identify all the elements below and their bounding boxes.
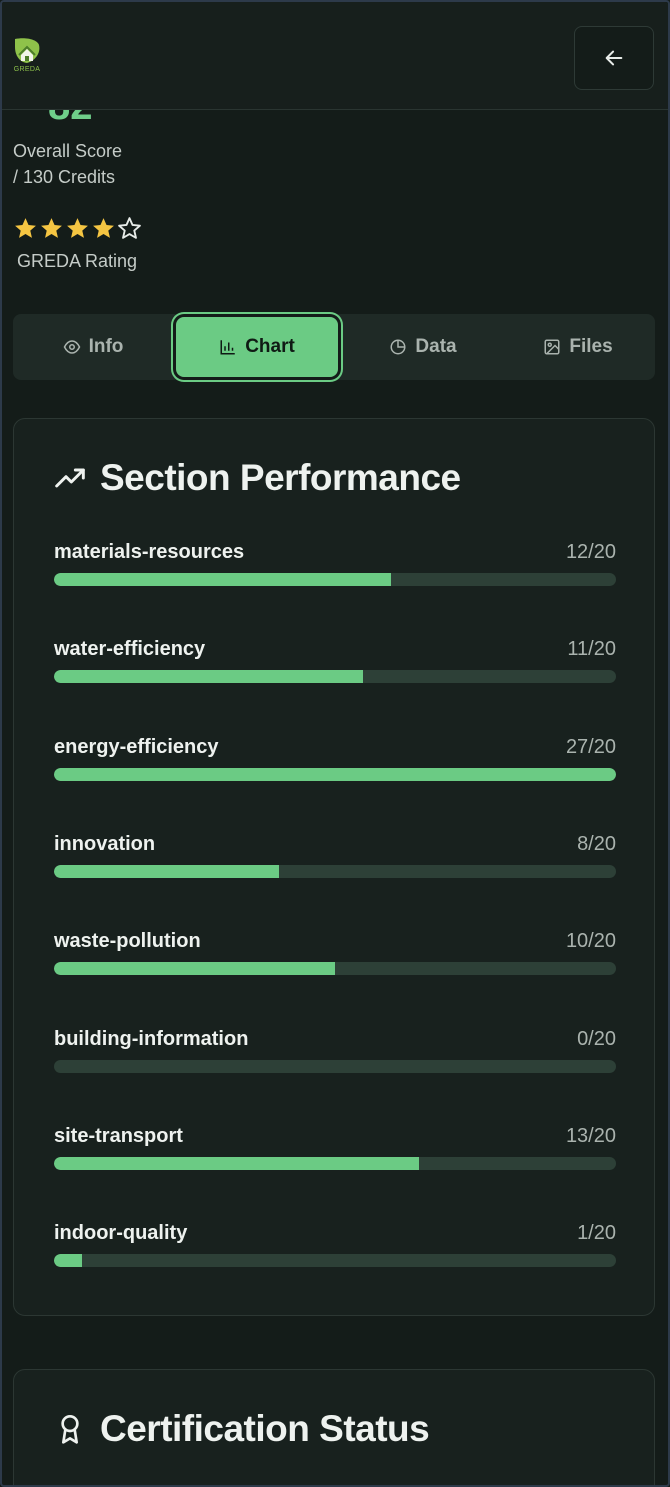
back-button[interactable] [574,26,654,90]
award-icon [61,1415,79,1444]
section-performance-card: Section Performance materials-resources 1… [13,418,655,1316]
progress-bar-fill [54,1156,420,1170]
progress-bar-fill [54,767,616,781]
certification-status-title: Certification Status [54,1408,430,1450]
section-score: 8/20 [577,832,616,855]
section-score: 1/20 [577,1222,616,1245]
tab-chart-label: Chart [245,336,295,357]
section-name: innovation [54,832,156,855]
section-score: 0/20 [577,1027,616,1050]
star-filled-icon [41,218,62,238]
logo-text: GREDA [13,66,41,73]
top-header: GREDA [2,2,668,110]
star-filled-icon [93,218,114,238]
progress-bar [54,670,616,684]
section-row: building-information 0/20 [54,1028,616,1088]
house-leaf-icon [15,38,40,63]
greda-logo[interactable]: GREDA [11,35,43,75]
section-name: materials-resources [54,541,245,563]
section-row: materials-resources 12/20 [54,541,616,601]
section-score: 11/20 [567,638,616,661]
star-filled-icon [15,218,36,238]
progress-bar-fill [54,864,279,878]
star-empty-icon [118,217,141,239]
section-name: water-efficiency [54,638,206,661]
tab-data-label: Data [415,336,457,357]
image-icon [544,339,560,355]
progress-bar [54,1254,616,1268]
section-row: innovation 8/20 [54,833,616,893]
section-score: 13/20 [565,1124,616,1147]
progress-bar [54,1059,616,1073]
certification-status-title-text: Certification Status [100,1408,430,1449]
tab-chart[interactable]: Chart [176,317,338,377]
section-row: energy-efficiency 27/20 [54,736,616,796]
tab-info-label: Info [88,336,124,357]
pie-chart-icon [390,339,406,355]
section-score: 10/20 [565,930,616,953]
star-filled-icon [67,218,88,238]
section-row: waste-pollution 10/20 [54,930,616,990]
certification-status-card: Certification Status [13,1369,655,1485]
app-frame: GREDA 82 Overall Score / 130 Credits GRE… [0,0,670,1487]
section-row: indoor-quality 1/20 [54,1222,616,1282]
section-name: waste-pollution [54,930,201,953]
arrow-left-icon [605,50,623,66]
section-performance-title-text: Section Performance [100,457,461,498]
section-name: site-transport [54,1124,183,1147]
progress-bar-fill [54,670,364,684]
section-row: site-transport 13/20 [54,1125,616,1185]
eye-icon [63,340,80,354]
progress-bar [54,573,616,586]
star-rating [13,216,142,241]
progress-bar-fill [54,962,335,976]
section-name: building-information [54,1027,249,1050]
progress-bar [54,864,616,878]
overall-score-label: Overall Score [13,141,123,161]
section-row: water-efficiency 11/20 [54,638,616,698]
tab-data[interactable]: Data [345,314,501,380]
tab-files-label: Files [569,336,613,357]
progress-bar-fill [54,1254,83,1268]
bar-chart-icon [220,340,235,355]
progress-bar-fill [54,573,392,586]
tab-info[interactable]: Info [13,314,173,380]
section-performance-title: Section Performance [54,457,461,499]
progress-bar [54,962,616,976]
progress-bar [54,1156,616,1170]
section-name: energy-efficiency [54,735,219,758]
rating-label: GREDA Rating [17,251,138,271]
tab-files[interactable]: Files [501,314,655,380]
view-tabs: Info Chart Data Files [13,314,655,380]
section-name: indoor-quality [54,1222,188,1245]
trending-up-icon [55,468,85,488]
section-score: 27/20 [565,735,616,758]
section-score: 12/20 [565,541,616,563]
progress-bar [54,767,616,781]
credits-label: / 130 Credits [13,167,116,187]
